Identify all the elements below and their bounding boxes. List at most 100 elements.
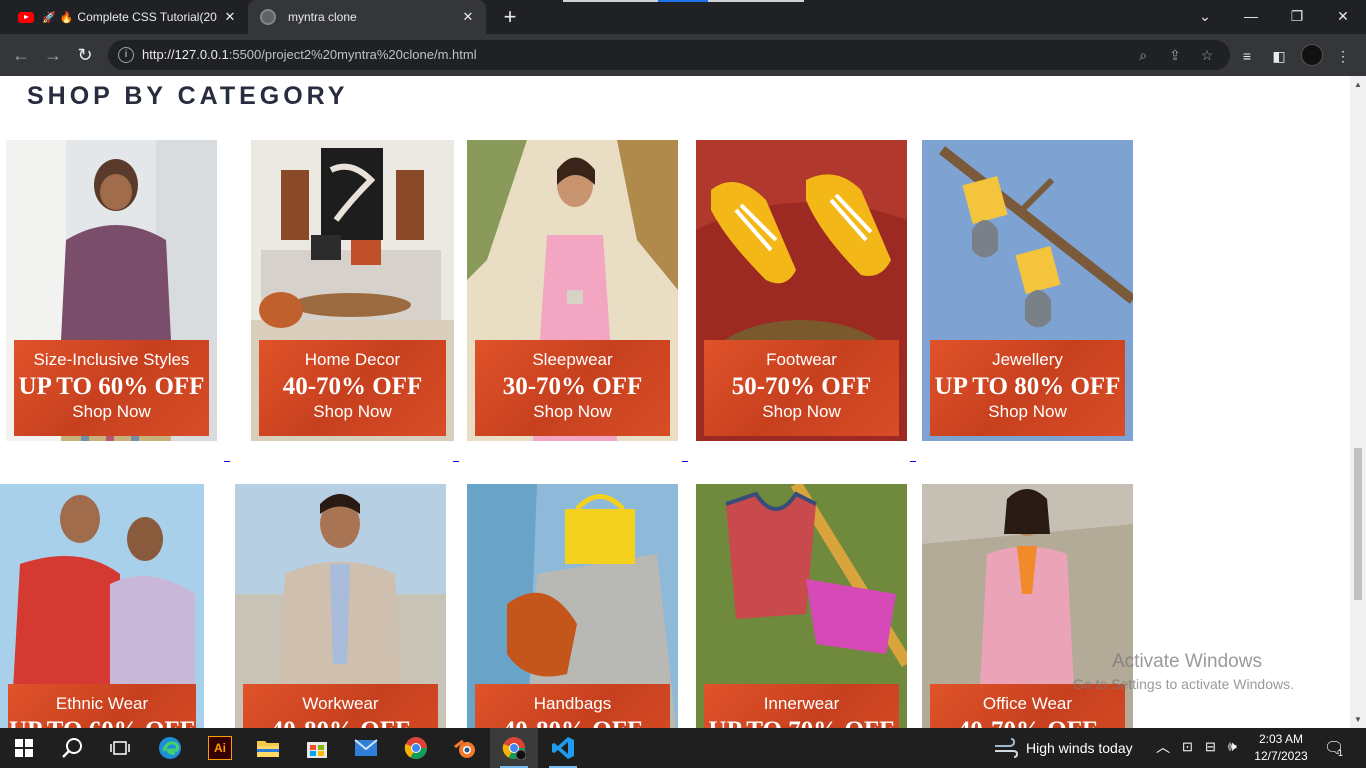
taskbar-file-explorer[interactable] (244, 728, 292, 768)
category-name: Jewellery (992, 350, 1063, 369)
category-card-footwear[interactable]: Footwear 50-70% OFF Shop Now (696, 140, 907, 441)
shop-now-link[interactable]: Shop Now (475, 402, 670, 422)
close-tab-icon[interactable]: ✕ (460, 9, 476, 25)
start-button[interactable] (0, 728, 48, 768)
offer-text: UP TO 80% OFF (934, 373, 1121, 400)
weather-text[interactable]: High winds today (1026, 740, 1133, 756)
close-tab-icon[interactable]: ✕ (222, 9, 238, 25)
category-name: Innerwear (763, 694, 840, 713)
taskbar-mail[interactable] (342, 728, 390, 768)
category-card-sleepwear[interactable]: Sleepwear 30-70% OFF Shop Now (467, 140, 678, 441)
page-viewport: SHOP BY CATEGORY Size-Inclusive Styles U… (0, 76, 1350, 728)
forward-icon[interactable]: → (40, 42, 66, 68)
profile-avatar[interactable] (1301, 44, 1323, 66)
category-name: Size-Inclusive Styles (33, 350, 190, 369)
windows-taskbar: Ai High winds today ︿ ⊡ ⊟ 🕪 2:03 AM 12/7… (0, 728, 1366, 768)
restore-button[interactable]: ❐ (1274, 0, 1320, 34)
network-icon[interactable]: ⊟ (1205, 739, 1216, 755)
reload-icon[interactable]: ↻ (72, 42, 98, 68)
offer-text: UP TO 70% OFF (704, 717, 899, 728)
category-card-handbags[interactable]: Handbags 40-80% OFF (467, 484, 678, 728)
taskbar-chrome-profile[interactable] (490, 728, 538, 768)
category-card-ethnic-wear[interactable]: Ethnic Wear UP TO 60% OFF (0, 484, 204, 728)
tab-title: myntra clone (288, 10, 357, 24)
browser-tab-bar: 🚀 🔥 Complete CSS Tutorial(20 ✕ myntra cl… (0, 0, 1366, 34)
bookmark-star-icon[interactable]: ☆ (1198, 46, 1216, 64)
chevron-up-icon[interactable]: ︿ (1156, 737, 1170, 757)
shop-now-link[interactable]: Shop Now (930, 402, 1125, 422)
taskbar-vscode[interactable] (539, 728, 587, 768)
share-icon[interactable]: ⇪ (1166, 46, 1184, 64)
reading-list-icon[interactable]: ≡ (1237, 46, 1257, 66)
offer-banner: Size-Inclusive Styles UP TO 60% OFF Shop… (14, 340, 209, 436)
link-underline[interactable] (224, 461, 230, 462)
zoom-icon[interactable]: ⌕ (1134, 46, 1152, 64)
url-text: http://127.0.0.1:5500/project2%20myntra%… (142, 47, 477, 62)
tab-search-icon[interactable]: ⌄ (1182, 0, 1228, 34)
category-card-innerwear[interactable]: Innerwear UP TO 70% OFF (696, 484, 907, 728)
link-underline[interactable] (453, 461, 459, 462)
taskbar-store[interactable] (293, 728, 341, 768)
tab-css-tutorial[interactable]: 🚀 🔥 Complete CSS Tutorial(20 ✕ (10, 0, 248, 34)
tab-myntra-clone[interactable]: myntra clone ✕ (248, 0, 486, 34)
browser-toolbar: ← → ↻ i http://127.0.0.1:5500/project2%2… (0, 34, 1366, 76)
page-scrollbar[interactable]: ▲ ▼ (1350, 76, 1366, 728)
offer-text: 40-80% OFF (243, 717, 438, 728)
address-bar[interactable]: i http://127.0.0.1:5500/project2%20myntr… (108, 40, 1230, 70)
mail-icon (354, 739, 378, 756)
wind-weather-icon (995, 738, 1019, 758)
youtube-icon (18, 11, 34, 23)
rocket-icon: 🚀 (42, 11, 56, 24)
side-panel-icon[interactable]: ◧ (1269, 46, 1289, 66)
search-button[interactable] (48, 728, 96, 768)
activate-windows-title: Activate Windows (1112, 651, 1262, 672)
category-name: Workwear (302, 694, 379, 713)
category-name: Footwear (766, 350, 837, 369)
close-window-button[interactable]: ✕ (1320, 0, 1366, 34)
meet-now-icon[interactable]: ⊡ (1182, 739, 1193, 755)
section-title: SHOP BY CATEGORY (27, 82, 349, 110)
category-card-home-decor[interactable]: Home Decor 40-70% OFF Shop Now (251, 140, 454, 441)
system-clock[interactable]: 2:03 AM 12/7/2023 (1253, 731, 1309, 765)
activate-windows-hint: Go to Settings to activate Windows. (1073, 676, 1294, 692)
category-name: Office Wear (982, 694, 1073, 713)
shop-now-link[interactable]: Shop Now (704, 402, 899, 422)
category-card-jewellery[interactable]: Jewellery UP TO 80% OFF Shop Now (922, 140, 1133, 441)
offer-text: 40-70% OFF (930, 717, 1125, 728)
volume-icon[interactable]: 🕪 (1228, 738, 1237, 755)
back-icon[interactable]: ← (8, 42, 34, 68)
taskbar-blender[interactable] (441, 728, 489, 768)
scroll-up-icon[interactable]: ▲ (1354, 80, 1362, 89)
shop-now-link[interactable]: Shop Now (14, 402, 209, 422)
offer-banner: Home Decor 40-70% OFF Shop Now (259, 340, 446, 436)
blender-icon (454, 739, 475, 758)
minimize-button[interactable]: — (1228, 0, 1274, 34)
vscode-icon (552, 737, 574, 759)
link-underline[interactable] (682, 461, 688, 462)
menu-icon[interactable]: ⋮ (1333, 46, 1353, 66)
category-name: Home Decor (304, 350, 401, 369)
offer-text: 40-70% OFF (282, 373, 423, 400)
folder-icon (257, 741, 279, 757)
taskbar-chrome[interactable] (392, 728, 440, 768)
category-card-size-inclusive[interactable]: Size-Inclusive Styles UP TO 60% OFF Shop… (6, 140, 217, 441)
shop-now-link[interactable]: Shop Now (259, 402, 446, 422)
taskbar-edge[interactable] (146, 728, 194, 768)
offer-text: 40-80% OFF (475, 717, 670, 728)
category-name: Handbags (533, 694, 612, 713)
chrome-profile-icon (502, 737, 526, 760)
taskbar-illustrator[interactable]: Ai (196, 728, 244, 768)
site-info-icon[interactable]: i (118, 47, 134, 63)
illustrator-icon: Ai (208, 736, 232, 760)
link-underline[interactable] (910, 461, 916, 462)
new-tab-button[interactable]: + (498, 5, 522, 29)
offer-banner: Footwear 50-70% OFF Shop Now (704, 340, 899, 436)
edge-icon (159, 737, 181, 759)
scroll-down-icon[interactable]: ▼ (1354, 715, 1362, 724)
notification-count: 1 (1338, 748, 1344, 758)
category-card-workwear[interactable]: Workwear 40-80% OFF (235, 484, 446, 728)
task-view-button[interactable] (96, 728, 144, 768)
offer-text: 50-70% OFF (731, 373, 872, 400)
windows-logo-icon (15, 739, 33, 757)
scrollbar-thumb[interactable] (1354, 448, 1362, 600)
